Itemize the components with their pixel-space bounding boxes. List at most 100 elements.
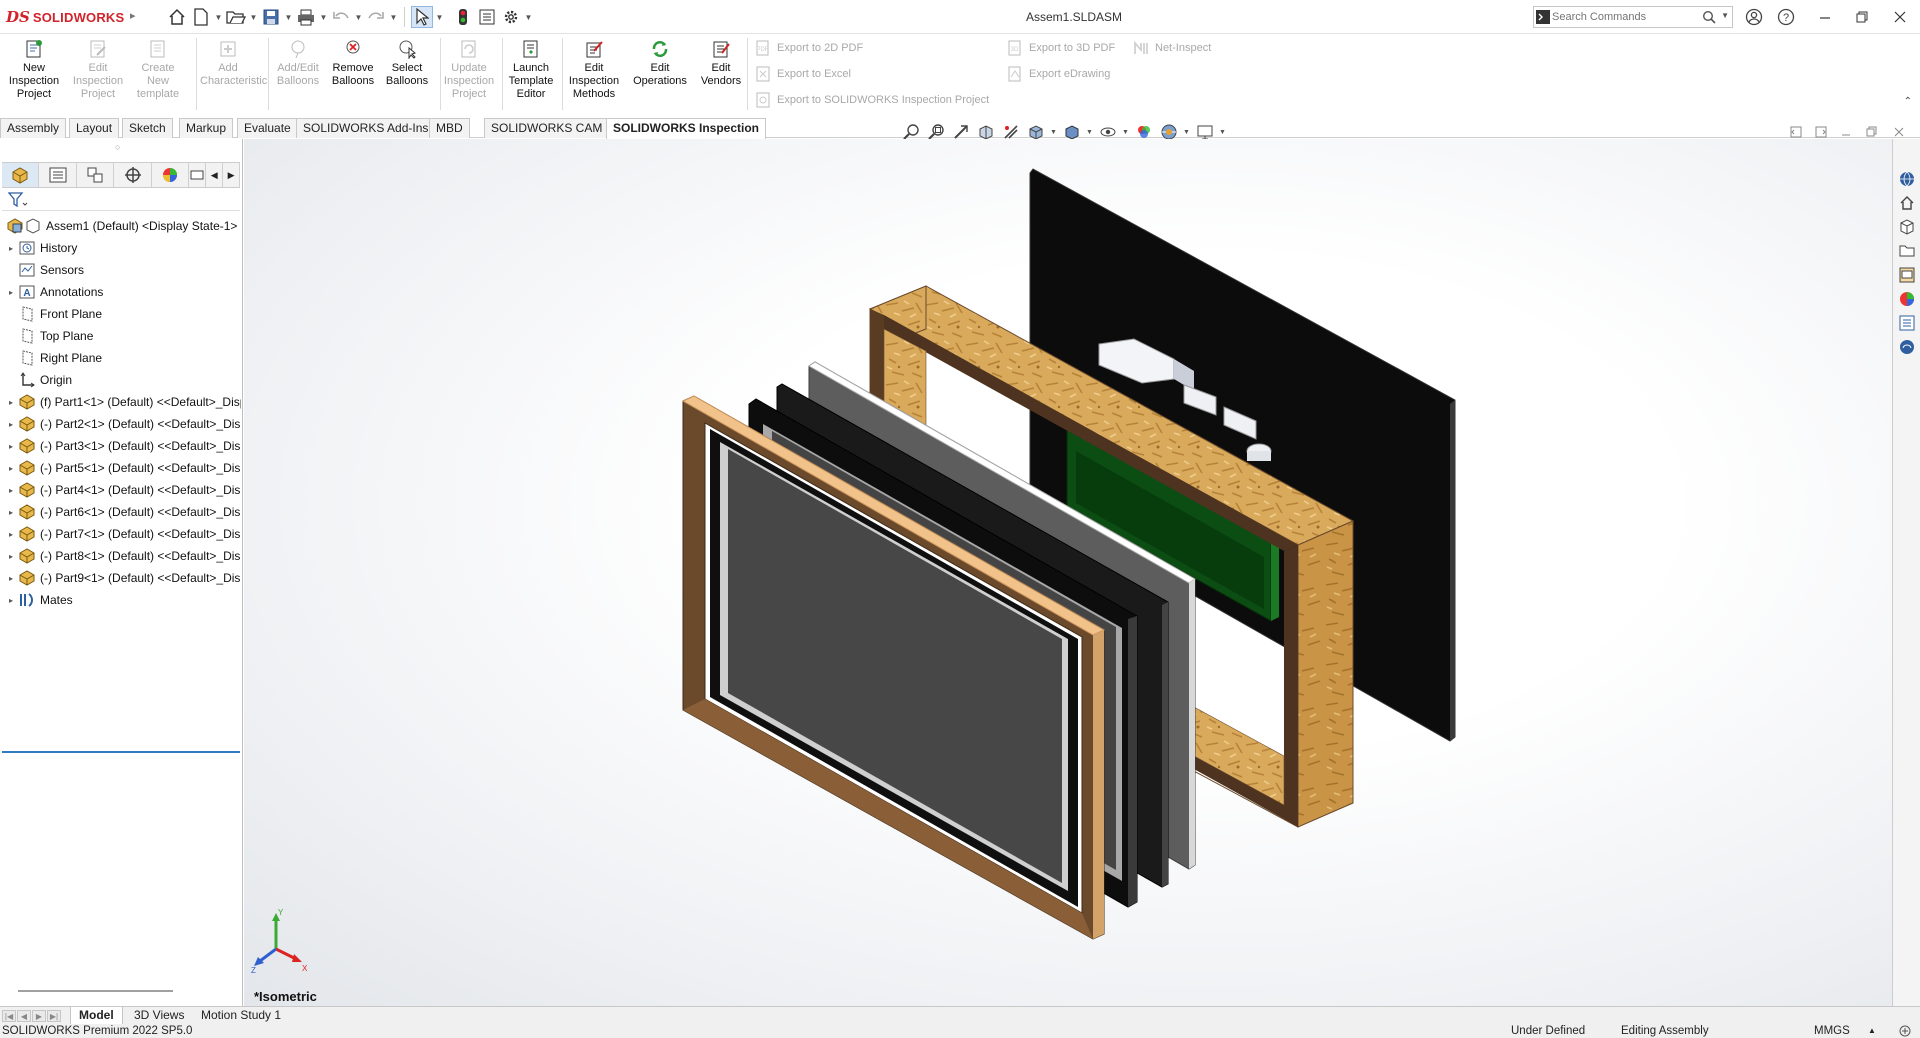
options-icon[interactable] [500, 6, 522, 28]
launch-template-editor-button[interactable]: Launch Template Editor [503, 38, 559, 108]
open-icon[interactable] [225, 6, 247, 28]
view-orientation-dropdown-icon[interactable]: ▼ [1050, 129, 1058, 136]
tree-item-part1[interactable]: ▸ (f) Part1<1> (Default) <<Default>_Disp… [0, 391, 241, 413]
undo-dropdown-icon[interactable]: ▼ [354, 13, 363, 22]
add-edit-balloons-button[interactable]: Add/Edit Balloons [270, 38, 326, 108]
viewport-split-right-icon[interactable] [1812, 124, 1830, 140]
expand-arrow-icon[interactable]: ▸ [4, 574, 18, 583]
expand-arrow-icon[interactable]: ▸ [4, 508, 18, 517]
tree-item-right-plane[interactable]: Right Plane [0, 347, 241, 369]
search-commands-box[interactable]: ▼ [1533, 6, 1733, 28]
redo-dropdown-icon[interactable]: ▼ [389, 13, 398, 22]
view-settings-dropdown-icon[interactable]: ▼ [1219, 129, 1227, 136]
tab-layout[interactable]: Layout [69, 118, 120, 138]
cam-tab-icon[interactable] [189, 163, 207, 187]
expand-arrow-icon[interactable]: ▸ [4, 442, 18, 451]
tab-last-icon[interactable]: ▶| [47, 1010, 61, 1022]
select-balloons-button[interactable]: Select Balloons [379, 38, 435, 108]
solidworks-logo[interactable]: DS SOLIDWORKS [6, 8, 124, 26]
tab-solidworks-add-ins[interactable]: SOLIDWORKS Add-Ins [296, 118, 436, 138]
graphics-viewport[interactable]: Y Z X *Isometric [244, 139, 1892, 1006]
panel-grip-icon[interactable]: ○ [115, 142, 120, 152]
expand-arrow-icon[interactable]: ▸ [4, 288, 18, 297]
tab-first-icon[interactable]: |◀ [2, 1010, 16, 1022]
unit-system-selector[interactable]: MMGS [1814, 1024, 1850, 1038]
expand-arrow-icon[interactable]: ▸ [4, 552, 18, 561]
save-icon[interactable] [260, 6, 282, 28]
create-new-template-button[interactable]: Create New template [130, 38, 186, 108]
help-icon[interactable]: ? [1775, 7, 1797, 27]
document-minimize-icon[interactable] [1837, 124, 1855, 140]
user-account-icon[interactable] [1743, 7, 1765, 27]
restore-icon[interactable] [1851, 7, 1873, 27]
viewport-split-left-icon[interactable] [1787, 124, 1805, 140]
tree-item-front-plane[interactable]: Front Plane [0, 303, 241, 325]
tab-model[interactable]: Model [70, 1007, 123, 1025]
minimize-icon[interactable] [1814, 7, 1836, 27]
tab-next-icon[interactable]: ▶ [32, 1010, 46, 1022]
search-input[interactable] [1552, 11, 1697, 23]
save-dropdown-icon[interactable]: ▼ [284, 13, 293, 22]
export-sw-inspection-button[interactable]: Export to SOLIDWORKS Inspection Project [755, 90, 989, 110]
new-document-icon[interactable] [190, 6, 212, 28]
panel-tabs-scroll-right-icon[interactable]: ▶ [223, 163, 241, 187]
tree-item-origin[interactable]: Origin [0, 369, 241, 391]
tab-mbd[interactable]: MBD [429, 118, 470, 138]
tree-item-part4[interactable]: ▸ (-) Part4<1> (Default) <<Default>_Disp… [0, 479, 241, 501]
tab-motion-study-1[interactable]: Motion Study 1 [193, 1007, 289, 1025]
units-dropdown-icon[interactable]: ▲ [1868, 1024, 1876, 1038]
file-properties-icon[interactable] [476, 6, 498, 28]
collapse-ribbon-icon[interactable]: ⌃ [1904, 96, 1912, 107]
menu-expand-arrow[interactable]: ▸ [130, 9, 136, 22]
redo-icon[interactable] [365, 6, 387, 28]
undo-icon[interactable] [330, 6, 352, 28]
scene-dropdown-icon[interactable]: ▼ [1183, 129, 1191, 136]
edit-inspection-methods-button[interactable]: Edit Inspection Methods [566, 38, 622, 108]
hide-show-dropdown-icon[interactable]: ▼ [1122, 129, 1130, 136]
rebuild-icon[interactable] [452, 6, 474, 28]
solidworks-resources-icon[interactable] [1897, 169, 1917, 189]
file-explorer-icon[interactable] [1897, 241, 1917, 261]
tree-item-history[interactable]: ▸ History [0, 237, 241, 259]
export-2d-pdf-button[interactable]: PDF Export to 2D PDF [755, 38, 863, 58]
rebuild-status-icon[interactable] [1898, 1025, 1912, 1038]
tab-assembly[interactable]: Assembly [0, 118, 67, 138]
edit-inspection-project-button[interactable]: Edit Inspection Project [70, 38, 126, 108]
expand-arrow-icon[interactable]: ▸ [4, 530, 18, 539]
expand-arrow-icon[interactable]: ▸ [4, 486, 18, 495]
tree-item-annotations[interactable]: ▸ A Annotations [0, 281, 241, 303]
panel-horizontal-scrollbar[interactable] [18, 990, 173, 992]
tree-item-part6[interactable]: ▸ (-) Part6<1> (Default) <<Default>_Disp… [0, 501, 241, 523]
print-dropdown-icon[interactable]: ▼ [319, 13, 328, 22]
view-palette-icon[interactable] [1897, 265, 1917, 285]
feature-manager-tab-icon[interactable] [2, 163, 40, 187]
tab-markup[interactable]: Markup [179, 118, 234, 138]
search-dropdown-icon[interactable]: ▼ [1721, 11, 1729, 20]
custom-properties-icon[interactable] [1897, 313, 1917, 333]
assembly-model-scene[interactable] [244, 139, 1892, 1006]
tree-item-part7[interactable]: ▸ (-) Part7<1> (Default) <<Default>_Disp… [0, 523, 241, 545]
tree-item-part3[interactable]: ▸ (-) Part3<1> (Default) <<Default>_Disp… [0, 435, 241, 457]
tree-root-assembly[interactable]: Assem1 (Default) <Display State-1> [0, 215, 241, 237]
export-edrawing-button[interactable]: Export eDrawing [1007, 64, 1110, 84]
tree-item-part2[interactable]: ▸ (-) Part2<1> (Default) <<Default>_Disp… [0, 413, 241, 435]
configuration-manager-tab-icon[interactable] [77, 163, 115, 187]
tab-prev-icon[interactable]: ◀ [17, 1010, 31, 1022]
appearances-scenes-icon[interactable] [1897, 289, 1917, 309]
panel-tabs-scroll-left-icon[interactable]: ◀ [206, 163, 224, 187]
export-excel-button[interactable]: Export to Excel [755, 64, 851, 84]
select-dropdown-icon[interactable]: ▼ [435, 13, 444, 22]
home-icon[interactable] [166, 6, 188, 28]
new-inspection-project-button[interactable]: New Inspection Project [6, 38, 62, 108]
export-3d-pdf-button[interactable]: 3D Export to 3D PDF [1007, 38, 1115, 58]
document-close-icon[interactable] [1890, 124, 1908, 140]
task-pane-home-icon[interactable] [1897, 193, 1917, 213]
filter-icon[interactable] [7, 192, 28, 211]
document-restore-icon[interactable] [1863, 124, 1881, 140]
expand-arrow-icon[interactable]: ▸ [4, 244, 18, 253]
tree-item-mates[interactable]: ▸ Mates [0, 589, 241, 611]
tab-solidworks-inspection[interactable]: SOLIDWORKS Inspection [606, 118, 767, 139]
net-inspect-button[interactable]: Net-Inspect [1133, 38, 1211, 58]
tree-item-top-plane[interactable]: Top Plane [0, 325, 241, 347]
design-library-icon[interactable] [1897, 217, 1917, 237]
